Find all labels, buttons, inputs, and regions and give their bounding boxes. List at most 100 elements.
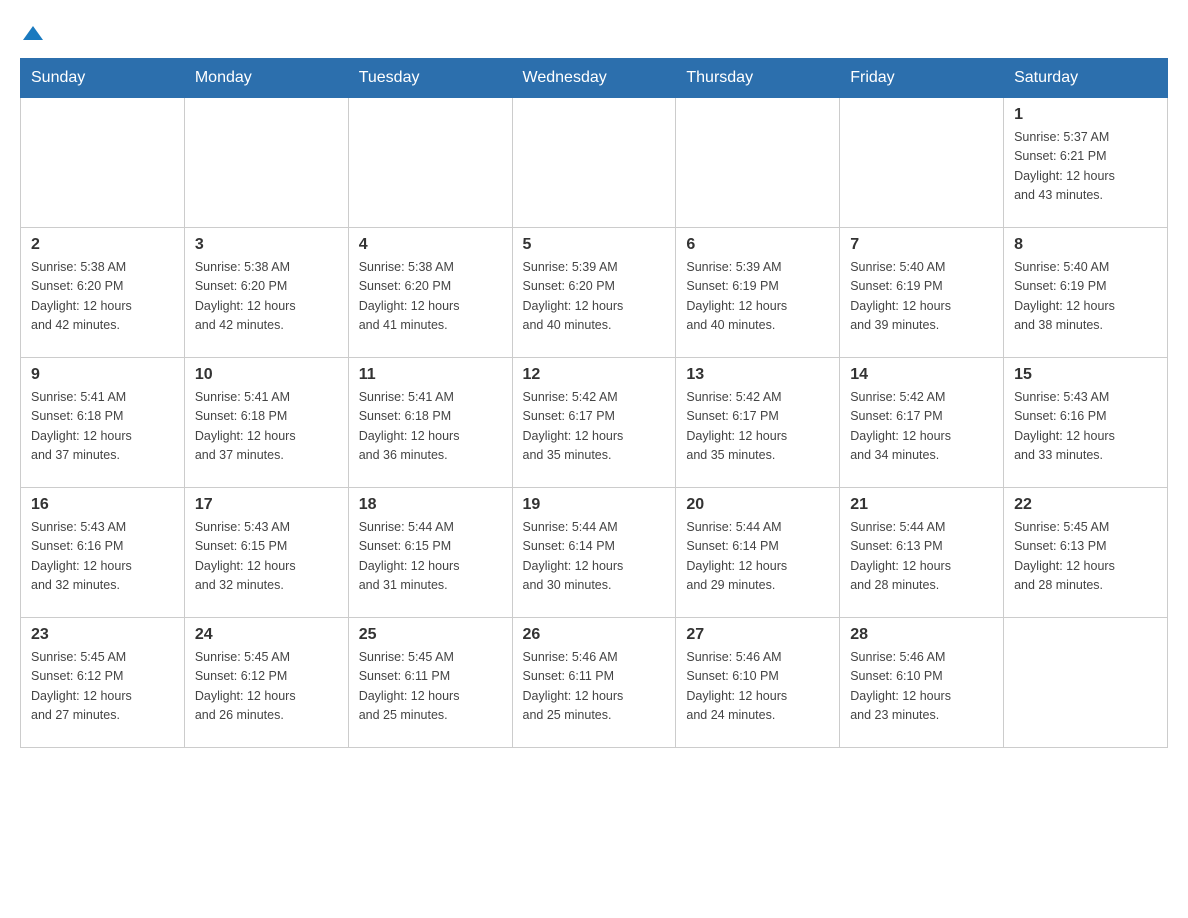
calendar-cell: 10 Sunrise: 5:41 AM Sunset: 6:18 PM Dayli… [184,358,348,488]
calendar-cell: 24Sunrise: 5:45 AM Sunset: 6:12 PM Dayli… [184,618,348,748]
weekday-header-sunday: Sunday [21,59,185,98]
day-info: Sunrise: 5:43 AM Sunset: 6:15 PM Dayligh… [195,518,338,596]
day-info: Sunrise: 5:44 AM Sunset: 6:14 PM Dayligh… [523,518,666,596]
weekday-header-friday: Friday [840,59,1004,98]
day-number: 13 [686,366,829,384]
day-info: Sunrise: 5:40 AM Sunset: 6:19 PM Dayligh… [1014,258,1157,336]
day-number: 8 [1014,236,1157,254]
day-number: 28 [850,626,993,644]
calendar-cell: 20 Sunrise: 5:44 AM Sunset: 6:14 PM Dayli… [676,488,840,618]
weekday-header-wednesday: Wednesday [512,59,676,98]
day-info: Sunrise: 5:43 AM Sunset: 6:16 PM Dayligh… [1014,388,1157,466]
calendar-cell: 15 Sunrise: 5:43 AM Sunset: 6:16 PM Dayli… [1004,358,1168,488]
week-row-3: 9 Sunrise: 5:41 AM Sunset: 6:18 PM Daylig… [21,358,1168,488]
calendar-cell: 14 Sunrise: 5:42 AM Sunset: 6:17 PM Dayli… [840,358,1004,488]
calendar-cell: 3 Sunrise: 5:38 AM Sunset: 6:20 PM Daylig… [184,228,348,358]
day-number: 22 [1014,496,1157,514]
weekday-header-tuesday: Tuesday [348,59,512,98]
calendar-cell: 26Sunrise: 5:46 AM Sunset: 6:11 PM Dayli… [512,618,676,748]
calendar-cell: 5 Sunrise: 5:39 AM Sunset: 6:20 PM Daylig… [512,228,676,358]
day-number: 14 [850,366,993,384]
day-number: 2 [31,236,174,254]
day-number: 3 [195,236,338,254]
day-number: 11 [359,366,502,384]
week-row-5: 23Sunrise: 5:45 AM Sunset: 6:12 PM Dayli… [21,618,1168,748]
day-number: 20 [686,496,829,514]
calendar-cell: 9 Sunrise: 5:41 AM Sunset: 6:18 PM Daylig… [21,358,185,488]
calendar-cell [184,98,348,228]
day-info: Sunrise: 5:38 AM Sunset: 6:20 PM Dayligh… [195,258,338,336]
logo-general [20,20,43,48]
calendar-cell [512,98,676,228]
calendar-cell: 18Sunrise: 5:44 AM Sunset: 6:15 PM Dayli… [348,488,512,618]
day-number: 10 [195,366,338,384]
day-info: Sunrise: 5:44 AM Sunset: 6:14 PM Dayligh… [686,518,829,596]
weekday-header-saturday: Saturday [1004,59,1168,98]
calendar-cell: 17 Sunrise: 5:43 AM Sunset: 6:15 PM Dayli… [184,488,348,618]
day-info: Sunrise: 5:46 AM Sunset: 6:10 PM Dayligh… [850,648,993,726]
calendar-cell: 2 Sunrise: 5:38 AM Sunset: 6:20 PM Daylig… [21,228,185,358]
day-info: Sunrise: 5:41 AM Sunset: 6:18 PM Dayligh… [31,388,174,466]
calendar-cell: 1Sunrise: 5:37 AM Sunset: 6:21 PM Daylig… [1004,98,1168,228]
day-info: Sunrise: 5:46 AM Sunset: 6:10 PM Dayligh… [686,648,829,726]
day-number: 19 [523,496,666,514]
calendar-cell: 11 Sunrise: 5:41 AM Sunset: 6:18 PM Dayli… [348,358,512,488]
calendar-cell: 16 Sunrise: 5:43 AM Sunset: 6:16 PM Dayli… [21,488,185,618]
calendar-cell [348,98,512,228]
weekday-header-row: SundayMondayTuesdayWednesdayThursdayFrid… [21,59,1168,98]
day-info: Sunrise: 5:39 AM Sunset: 6:20 PM Dayligh… [523,258,666,336]
day-info: Sunrise: 5:38 AM Sunset: 6:20 PM Dayligh… [31,258,174,336]
weekday-header-monday: Monday [184,59,348,98]
day-number: 9 [31,366,174,384]
day-info: Sunrise: 5:44 AM Sunset: 6:13 PM Dayligh… [850,518,993,596]
day-number: 25 [359,626,502,644]
day-number: 21 [850,496,993,514]
calendar-table: SundayMondayTuesdayWednesdayThursdayFrid… [20,58,1168,748]
week-row-4: 16 Sunrise: 5:43 AM Sunset: 6:16 PM Dayli… [21,488,1168,618]
calendar-cell: 22 Sunrise: 5:45 AM Sunset: 6:13 PM Dayli… [1004,488,1168,618]
day-number: 6 [686,236,829,254]
day-info: Sunrise: 5:42 AM Sunset: 6:17 PM Dayligh… [850,388,993,466]
calendar-cell: 6 Sunrise: 5:39 AM Sunset: 6:19 PM Daylig… [676,228,840,358]
day-number: 7 [850,236,993,254]
day-number: 15 [1014,366,1157,384]
week-row-1: 1Sunrise: 5:37 AM Sunset: 6:21 PM Daylig… [21,98,1168,228]
day-info: Sunrise: 5:39 AM Sunset: 6:19 PM Dayligh… [686,258,829,336]
day-info: Sunrise: 5:43 AM Sunset: 6:16 PM Dayligh… [31,518,174,596]
day-number: 5 [523,236,666,254]
day-number: 26 [523,626,666,644]
day-info: Sunrise: 5:41 AM Sunset: 6:18 PM Dayligh… [195,388,338,466]
day-info: Sunrise: 5:44 AM Sunset: 6:15 PM Dayligh… [359,518,502,596]
calendar-cell [21,98,185,228]
calendar-cell: 19 Sunrise: 5:44 AM Sunset: 6:14 PM Dayli… [512,488,676,618]
calendar-cell: 28 Sunrise: 5:46 AM Sunset: 6:10 PM Dayli… [840,618,1004,748]
calendar-cell: 8 Sunrise: 5:40 AM Sunset: 6:19 PM Daylig… [1004,228,1168,358]
day-info: Sunrise: 5:45 AM Sunset: 6:13 PM Dayligh… [1014,518,1157,596]
calendar-cell: 12 Sunrise: 5:42 AM Sunset: 6:17 PM Dayli… [512,358,676,488]
calendar-cell: 4 Sunrise: 5:38 AM Sunset: 6:20 PM Daylig… [348,228,512,358]
calendar-cell [676,98,840,228]
day-info: Sunrise: 5:38 AM Sunset: 6:20 PM Dayligh… [359,258,502,336]
calendar-cell [840,98,1004,228]
day-number: 27 [686,626,829,644]
calendar-cell: 7 Sunrise: 5:40 AM Sunset: 6:19 PM Daylig… [840,228,1004,358]
day-number: 17 [195,496,338,514]
day-info: Sunrise: 5:42 AM Sunset: 6:17 PM Dayligh… [686,388,829,466]
day-number: 16 [31,496,174,514]
day-number: 4 [359,236,502,254]
page-header [20,20,1168,48]
day-number: 12 [523,366,666,384]
day-info: Sunrise: 5:42 AM Sunset: 6:17 PM Dayligh… [523,388,666,466]
calendar-cell: 25Sunrise: 5:45 AM Sunset: 6:11 PM Dayli… [348,618,512,748]
day-info: Sunrise: 5:37 AM Sunset: 6:21 PM Dayligh… [1014,128,1157,206]
calendar-cell: 13 Sunrise: 5:42 AM Sunset: 6:17 PM Dayli… [676,358,840,488]
week-row-2: 2 Sunrise: 5:38 AM Sunset: 6:20 PM Daylig… [21,228,1168,358]
calendar-cell [1004,618,1168,748]
calendar-cell: 21 Sunrise: 5:44 AM Sunset: 6:13 PM Dayli… [840,488,1004,618]
day-info: Sunrise: 5:41 AM Sunset: 6:18 PM Dayligh… [359,388,502,466]
calendar-cell: 27 Sunrise: 5:46 AM Sunset: 6:10 PM Dayli… [676,618,840,748]
day-info: Sunrise: 5:45 AM Sunset: 6:12 PM Dayligh… [195,648,338,726]
logo-triangle-icon [23,26,43,40]
weekday-header-thursday: Thursday [676,59,840,98]
day-info: Sunrise: 5:40 AM Sunset: 6:19 PM Dayligh… [850,258,993,336]
